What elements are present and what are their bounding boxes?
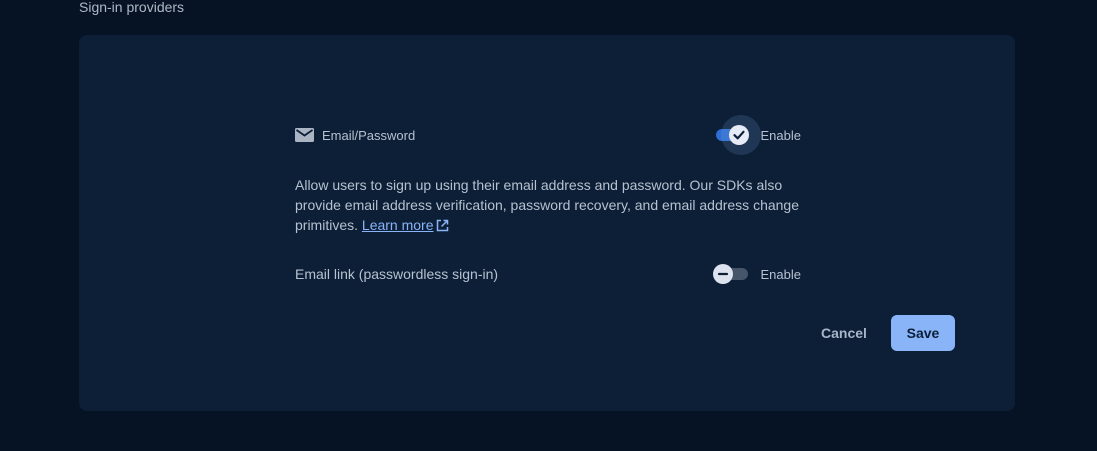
check-icon xyxy=(732,130,745,140)
toggle-group-email-password: Enable xyxy=(712,115,801,155)
enable-label-email-link: Enable xyxy=(760,266,801,282)
learn-more-label: Learn more xyxy=(361,217,434,233)
open-in-new-icon xyxy=(436,217,449,237)
section-title: Sign-in providers xyxy=(79,0,185,15)
learn-more-link[interactable]: Learn more xyxy=(362,217,449,233)
toggle-thumb xyxy=(712,264,733,284)
enable-label-email-password: Enable xyxy=(760,127,801,143)
enable-toggle-email-link[interactable] xyxy=(712,262,749,286)
provider-row-email-password: Email/Password Enable xyxy=(295,115,801,155)
enable-toggle-email-password[interactable] xyxy=(712,115,761,155)
provider-label-email-password: Email/Password xyxy=(322,127,416,143)
toggle-thumb xyxy=(728,125,749,145)
minus-icon xyxy=(717,272,728,276)
save-button[interactable]: Save xyxy=(891,315,955,351)
provider-row-email-link: Email link (passwordless sign-in) Enable xyxy=(295,259,801,289)
cancel-button[interactable]: Cancel xyxy=(813,315,875,351)
toggle-group-email-link: Enable xyxy=(712,259,801,289)
mail-icon xyxy=(295,128,314,142)
sign-in-providers-card: Email/Password Enable Allow users to sig… xyxy=(79,35,1015,411)
provider-label-email-link: Email link (passwordless sign-in) xyxy=(295,266,499,282)
provider-description: Allow users to sign up using their email… xyxy=(295,175,805,237)
